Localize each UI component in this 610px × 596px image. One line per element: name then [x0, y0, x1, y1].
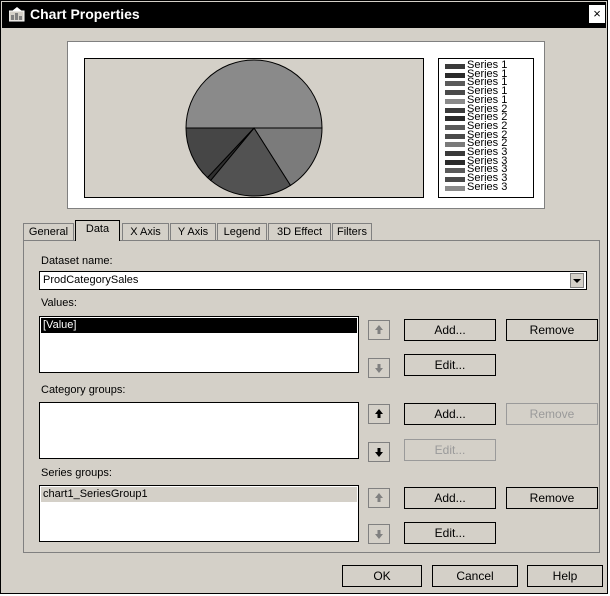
values-edit-button[interactable]: Edit...: [404, 354, 496, 376]
values-label: Values:: [41, 297, 77, 309]
values-list[interactable]: [Value]: [39, 316, 359, 373]
window-title: Chart Properties: [30, 6, 140, 22]
title-bar[interactable]: Chart Properties ×: [2, 2, 606, 28]
series-groups-label: Series groups:: [41, 467, 112, 479]
move-down-button[interactable]: [368, 358, 390, 378]
legend-swatch: [445, 133, 465, 139]
tab-data[interactable]: Data: [75, 220, 120, 241]
legend-swatch: [445, 72, 465, 78]
category-remove-button[interactable]: Remove: [506, 403, 598, 425]
legend-swatch: [445, 98, 465, 104]
move-up-button[interactable]: [368, 404, 390, 424]
dataset-name-label: Dataset name:: [41, 255, 113, 267]
legend-swatch: [445, 116, 465, 122]
legend-swatch: [445, 107, 465, 113]
chart-plot-area: [84, 58, 424, 198]
help-button[interactable]: Help: [527, 565, 603, 587]
legend-swatch: [445, 124, 465, 130]
chart-preview: Series 1 Series 1 Series 1 Series 1 Series 1…: [67, 41, 545, 209]
move-down-button[interactable]: [368, 442, 390, 462]
chart-properties-dialog: Chart Properties × Series 1 Series 1 Serie…: [0, 0, 608, 594]
tab-general[interactable]: General: [23, 223, 74, 240]
category-groups-list[interactable]: [39, 402, 359, 459]
list-item[interactable]: [Value]: [41, 318, 357, 333]
legend-swatch: [445, 64, 465, 69]
legend-swatch: [445, 185, 465, 191]
tab-filters[interactable]: Filters: [332, 223, 372, 240]
dataset-name-select[interactable]: ProdCategorySales: [39, 271, 587, 290]
tab-y-axis[interactable]: Y Axis: [170, 223, 216, 240]
values-remove-button[interactable]: Remove: [506, 319, 598, 341]
close-icon[interactable]: ×: [589, 5, 605, 23]
tab-x-axis[interactable]: X Axis: [122, 223, 169, 240]
chart-icon: [8, 7, 25, 22]
move-up-button[interactable]: [368, 488, 390, 508]
tab-3d-effect[interactable]: 3D Effect: [268, 223, 331, 240]
ok-button[interactable]: OK: [342, 565, 422, 587]
list-item[interactable]: chart1_SeriesGroup1: [41, 487, 357, 502]
category-edit-button[interactable]: Edit...: [404, 439, 496, 461]
dataset-name-value: ProdCategorySales: [43, 274, 139, 286]
legend-item: Series 3: [445, 180, 533, 193]
legend-swatch: [445, 142, 465, 148]
pie-chart: [185, 59, 323, 197]
series-remove-button[interactable]: Remove: [506, 487, 598, 509]
legend-swatch: [445, 90, 465, 96]
legend-swatch: [445, 159, 465, 165]
tab-legend[interactable]: Legend: [217, 223, 267, 240]
values-add-button[interactable]: Add...: [404, 319, 496, 341]
legend-swatch: [445, 151, 465, 156]
chart-legend: Series 1 Series 1 Series 1 Series 1 Series 1…: [438, 58, 534, 198]
category-groups-label: Category groups:: [41, 384, 126, 396]
series-add-button[interactable]: Add...: [404, 487, 496, 509]
legend-swatch: [445, 81, 465, 87]
legend-label: Series 3: [467, 180, 508, 193]
pie-slice: [185, 59, 323, 129]
move-up-button[interactable]: [368, 320, 390, 340]
legend-swatch: [445, 177, 465, 183]
move-down-button[interactable]: [368, 524, 390, 544]
data-tab-panel: Dataset name: ProdCategorySales Values: …: [23, 240, 600, 553]
series-edit-button[interactable]: Edit...: [404, 522, 496, 544]
category-add-button[interactable]: Add...: [404, 403, 496, 425]
legend-swatch: [445, 168, 465, 174]
series-groups-list[interactable]: chart1_SeriesGroup1: [39, 485, 359, 542]
cancel-button[interactable]: Cancel: [432, 565, 518, 587]
chevron-down-icon[interactable]: [570, 273, 584, 288]
